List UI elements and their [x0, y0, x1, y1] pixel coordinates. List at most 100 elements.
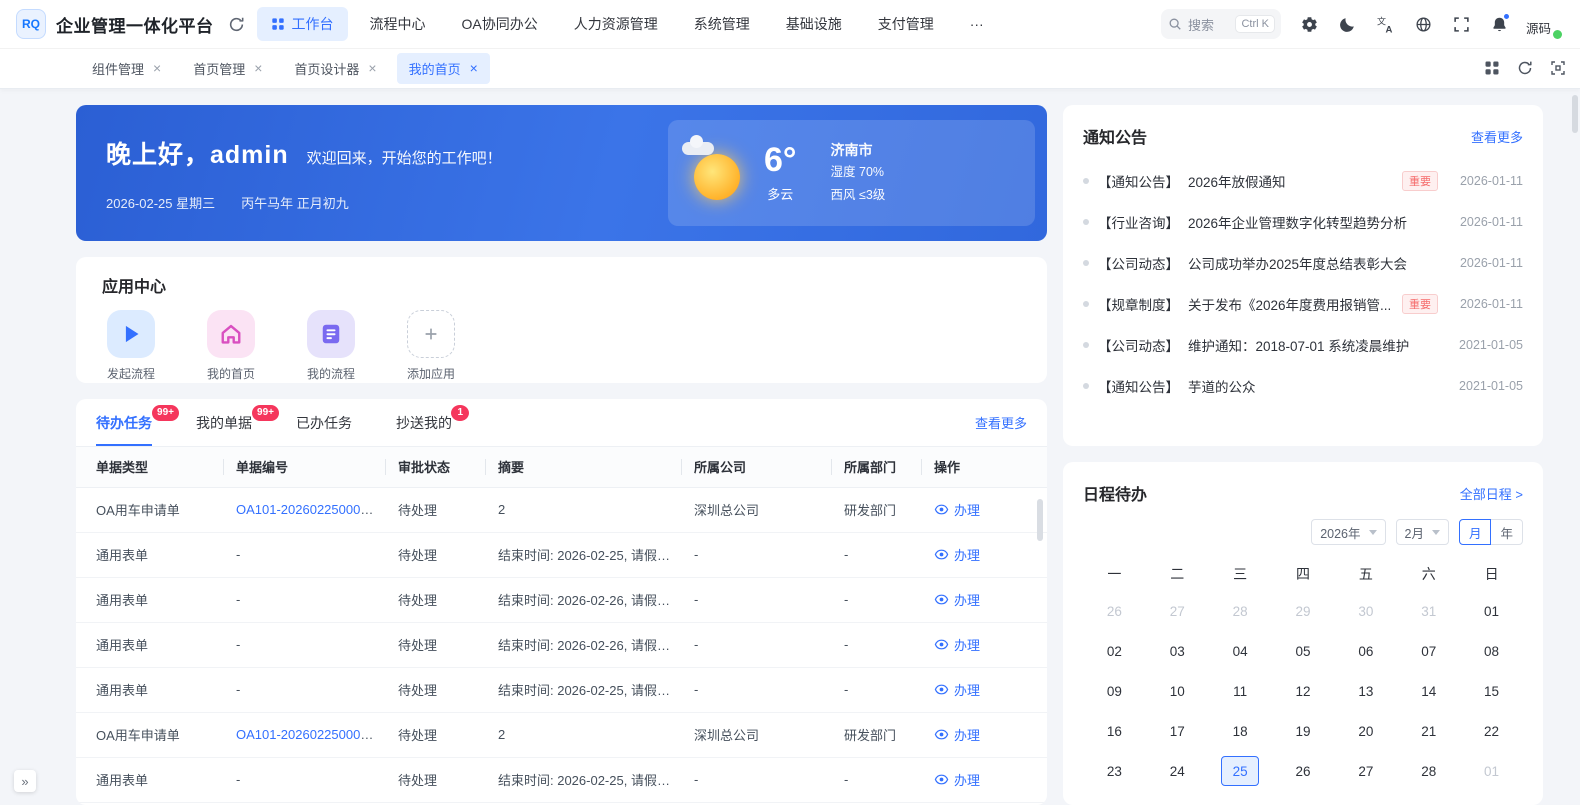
calendar-day[interactable]: 24	[1146, 751, 1209, 791]
calendar-day[interactable]: 04	[1209, 791, 1272, 805]
calendar-day[interactable]: 02	[1083, 631, 1146, 671]
calendar-day[interactable]: 06	[1334, 631, 1397, 671]
calendar-day[interactable]: 17	[1146, 711, 1209, 751]
task-tab-3[interactable]: 已办任务	[296, 399, 352, 446]
page-tab-1[interactable]: 组件管理 ×	[80, 53, 173, 84]
calendar-day[interactable]: 29	[1272, 591, 1335, 631]
page-tab-4[interactable]: 我的首页 ×	[396, 52, 490, 84]
app-item-1[interactable]: 发起流程	[102, 310, 160, 382]
handle-button[interactable]: 办理	[934, 545, 980, 564]
page-tab-2[interactable]: 首页管理 ×	[181, 53, 274, 84]
calendar-day[interactable]: 08	[1460, 791, 1523, 805]
calendar-day[interactable]: 10	[1146, 671, 1209, 711]
calendar-day[interactable]: 01	[1460, 591, 1523, 631]
handle-button[interactable]: 办理	[934, 635, 980, 654]
month-view-button[interactable]: 月	[1458, 519, 1492, 545]
calendar-day[interactable]: 13	[1334, 671, 1397, 711]
calendar-day[interactable]: 04	[1209, 631, 1272, 671]
calendar-day[interactable]: 06	[1334, 791, 1397, 805]
tab-close-icon[interactable]: ×	[368, 61, 376, 75]
refresh-icon[interactable]	[228, 16, 245, 33]
handle-button[interactable]: 办理	[934, 680, 980, 699]
calendar-day[interactable]: 07	[1397, 791, 1460, 805]
calendar-day[interactable]: 12	[1272, 671, 1335, 711]
calendar-day[interactable]: 03	[1146, 791, 1209, 805]
reload-page-icon[interactable]	[1517, 60, 1533, 76]
globe-language-icon[interactable]	[1415, 16, 1432, 33]
document-number-link[interactable]: OA101-2026022500001	[236, 727, 375, 742]
calendar-day[interactable]: 26	[1083, 591, 1146, 631]
notice-item-4[interactable]: 【规章制度】 关于发布《2026年度费用报销管... 重要 2026-01-11	[1083, 283, 1523, 324]
calendar-day[interactable]: 14	[1397, 671, 1460, 711]
calendar-day[interactable]: 09	[1083, 671, 1146, 711]
translate-icon[interactable]: 文A	[1377, 16, 1394, 33]
sidebar-expand-button[interactable]: »	[14, 770, 36, 792]
calendar-day[interactable]: 28	[1209, 591, 1272, 631]
tab-close-icon[interactable]: ×	[470, 61, 478, 75]
nav-item-4[interactable]: 人力资源管理	[560, 7, 672, 41]
maximize-content-icon[interactable]	[1550, 60, 1566, 76]
calendar-day[interactable]: 31	[1397, 591, 1460, 631]
all-schedule-link[interactable]: 全部日程 >	[1460, 484, 1523, 503]
notice-view-more-link[interactable]: 查看更多	[1471, 127, 1523, 146]
calendar-day[interactable]: 19	[1272, 711, 1335, 751]
fullscreen-icon[interactable]	[1453, 16, 1470, 33]
calendar-day[interactable]: 26	[1272, 751, 1335, 791]
notice-item-1[interactable]: 【通知公告】 2026年放假通知 重要 2026-01-11	[1083, 160, 1523, 201]
calendar-day[interactable]: 23	[1083, 751, 1146, 791]
calendar-day[interactable]: 28	[1397, 751, 1460, 791]
nav-item-6[interactable]: 基础设施	[772, 7, 856, 41]
page-tab-3[interactable]: 首页设计器 ×	[282, 53, 388, 84]
layout-grid-icon[interactable]	[1484, 60, 1500, 76]
calendar-day[interactable]: 16	[1083, 711, 1146, 751]
nav-item-7[interactable]: 支付管理	[864, 7, 948, 41]
search-input[interactable]: 搜索 Ctrl K	[1160, 9, 1281, 39]
notice-item-5[interactable]: 【公司动态】 维护通知：2018-07-01 系统凌晨维护 2021-01-05	[1083, 324, 1523, 365]
calendar-day[interactable]: 18	[1209, 711, 1272, 751]
calendar-day[interactable]: 08	[1460, 631, 1523, 671]
calendar-day[interactable]: 15	[1460, 671, 1523, 711]
calendar-day[interactable]: 05	[1272, 631, 1335, 671]
app-item-4[interactable]: 添加应用	[402, 310, 460, 382]
calendar-day[interactable]: 27	[1146, 591, 1209, 631]
page-scrollbar-thumb[interactable]	[1572, 95, 1578, 133]
month-select[interactable]: 2月	[1395, 519, 1449, 545]
nav-item-8[interactable]: ···	[956, 9, 998, 39]
table-scrollbar-thumb[interactable]	[1037, 499, 1043, 541]
nav-item-3[interactable]: OA协同办公	[448, 7, 552, 41]
notice-item-2[interactable]: 【行业咨询】 2026年企业管理数字化转型趋势分析 2026-01-11	[1083, 201, 1523, 242]
dark-mode-moon-icon[interactable]	[1339, 16, 1356, 33]
notice-item-3[interactable]: 【公司动态】 公司成功举办2025年度总结表彰大会 2026-01-11	[1083, 242, 1523, 283]
handle-button[interactable]: 办理	[934, 500, 980, 519]
notification-bell-icon[interactable]	[1491, 12, 1510, 33]
app-item-3[interactable]: 我的流程	[302, 310, 360, 382]
nav-item-1[interactable]: 工作台	[256, 7, 348, 41]
nav-item-5[interactable]: 系统管理	[680, 7, 764, 41]
calendar-day[interactable]: 27	[1334, 751, 1397, 791]
calendar-day[interactable]: 11	[1209, 671, 1272, 711]
notice-item-6[interactable]: 【通知公告】 芋道的公众 2021-01-05	[1083, 365, 1523, 406]
tab-close-icon[interactable]: ×	[153, 61, 161, 75]
handle-button[interactable]: 办理	[934, 770, 980, 789]
calendar-day[interactable]: 25	[1209, 751, 1272, 791]
task-tab-1[interactable]: 待办任务 99+	[96, 399, 179, 446]
calendar-day[interactable]: 07	[1397, 631, 1460, 671]
calendar-day[interactable]: 01	[1460, 751, 1523, 791]
task-tab-2[interactable]: 我的单据 99+	[196, 399, 279, 446]
calendar-day[interactable]: 05	[1272, 791, 1335, 805]
user-menu[interactable]: 源码	[1526, 10, 1562, 39]
calendar-day[interactable]: 30	[1334, 591, 1397, 631]
nav-item-2[interactable]: 流程中心	[356, 7, 440, 41]
app-item-2[interactable]: 我的首页	[202, 310, 260, 382]
calendar-day[interactable]: 22	[1460, 711, 1523, 751]
document-number-link[interactable]: OA101-2026022500002	[236, 502, 375, 517]
year-select[interactable]: 2026年	[1311, 519, 1386, 545]
calendar-day[interactable]: 20	[1334, 711, 1397, 751]
calendar-day[interactable]: 02	[1083, 791, 1146, 805]
tab-close-icon[interactable]: ×	[254, 61, 262, 75]
task-tab-4[interactable]: 抄送我的 1	[396, 399, 469, 446]
handle-button[interactable]: 办理	[934, 725, 980, 744]
handle-button[interactable]: 办理	[934, 590, 980, 609]
calendar-day[interactable]: 03	[1146, 631, 1209, 671]
task-view-more-link[interactable]: 查看更多	[975, 413, 1027, 432]
